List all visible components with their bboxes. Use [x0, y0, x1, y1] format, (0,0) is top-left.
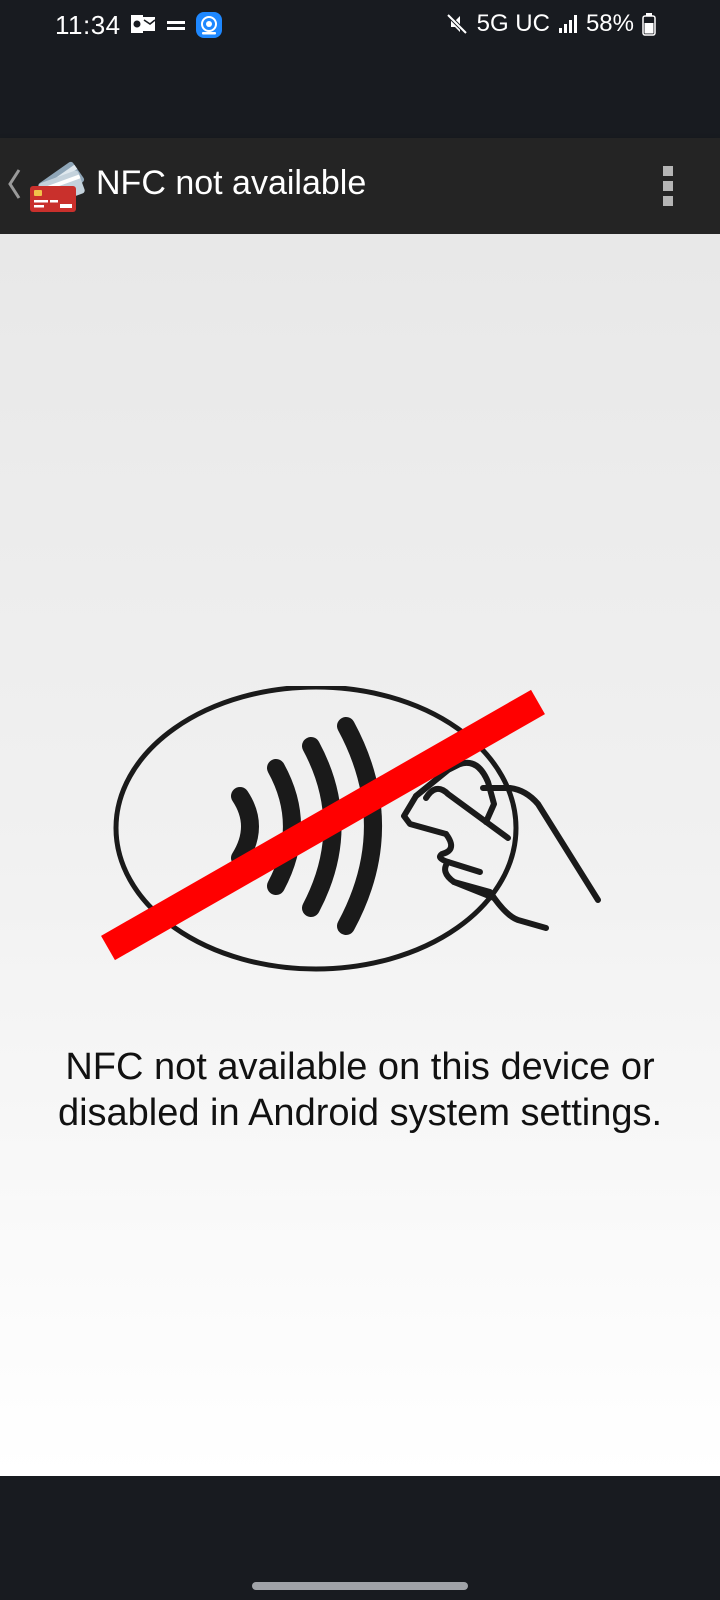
battery-icon — [642, 13, 656, 36]
signal-icon — [558, 15, 577, 33]
mute-icon — [446, 13, 468, 35]
navigation-bar — [0, 1476, 720, 1600]
app-bar: NFC not available — [0, 138, 720, 234]
status-notification-icons — [130, 12, 222, 38]
strike-line — [101, 689, 545, 961]
home-gesture-handle[interactable] — [252, 1582, 468, 1590]
back-chevron-icon[interactable] — [6, 166, 22, 202]
battery-percent: 58% — [585, 10, 634, 37]
equal-icon — [167, 21, 185, 30]
overflow-menu-icon[interactable] — [656, 164, 680, 208]
network-type-label: 5G UC — [476, 10, 550, 37]
main-content: NFC not available on this device or disa… — [0, 234, 720, 1476]
credit-card-app-icon[interactable] — [26, 156, 86, 216]
camera-app-icon — [196, 12, 222, 38]
status-right-icons: 5G UC 58% — [445, 10, 656, 38]
nfc-disabled-illustration — [101, 686, 601, 972]
nfc-unavailable-message: NFC not available on this device or disa… — [57, 1046, 663, 1134]
page-title: NFC not available — [96, 164, 367, 202]
status-time: 11:34 — [55, 10, 121, 40]
outlook-icon — [131, 15, 156, 33]
hand-card-icon — [401, 759, 601, 931]
status-bar: 11:34 5G UC 58% — [0, 0, 720, 138]
